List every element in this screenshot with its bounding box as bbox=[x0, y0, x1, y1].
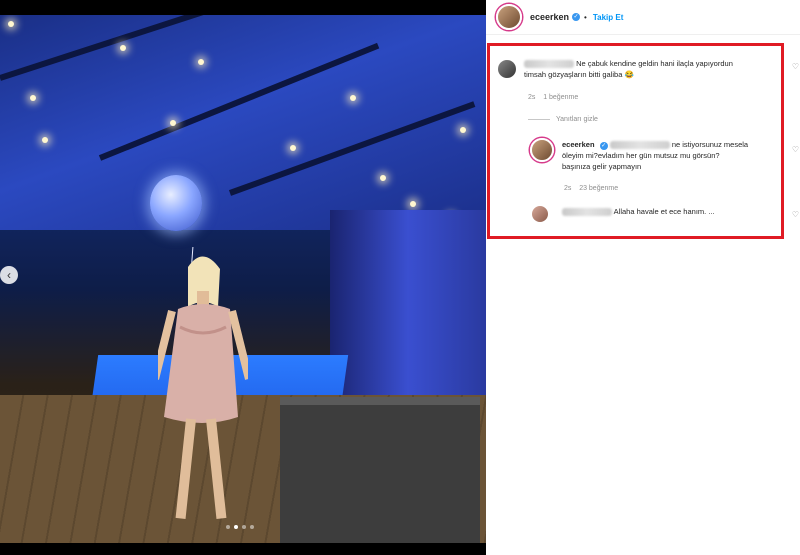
ceiling-light bbox=[8, 21, 14, 27]
stone-wall bbox=[330, 210, 486, 410]
chevron-left-icon[interactable]: ‹ bbox=[0, 266, 18, 284]
post-photo[interactable] bbox=[0, 15, 486, 543]
led-balloon bbox=[150, 175, 202, 231]
carousel-dot-active bbox=[234, 525, 238, 529]
ceiling-light bbox=[170, 120, 176, 126]
ceiling-light bbox=[30, 95, 36, 101]
ceiling-light bbox=[410, 201, 416, 207]
carousel-dot bbox=[226, 525, 230, 529]
carousel-dots bbox=[226, 525, 254, 529]
verified-badge-icon: ✓ bbox=[572, 13, 581, 21]
heart-icon[interactable]: ♡ bbox=[792, 210, 799, 219]
ceiling-light bbox=[460, 127, 466, 133]
post-username[interactable]: eceerken bbox=[530, 12, 569, 22]
outdoor-table bbox=[280, 397, 480, 543]
ceiling-light bbox=[350, 95, 356, 101]
post-header: eceerken ✓ • Takip Et bbox=[486, 0, 800, 35]
ceiling-light bbox=[380, 175, 386, 181]
separator-dot: • bbox=[584, 12, 587, 22]
avatar[interactable] bbox=[496, 4, 522, 30]
highlight-box bbox=[487, 43, 784, 239]
follow-button[interactable]: Takip Et bbox=[593, 13, 624, 22]
carousel-dot bbox=[242, 525, 246, 529]
heart-icon[interactable]: ♡ bbox=[792, 62, 799, 71]
heart-icon[interactable]: ♡ bbox=[792, 145, 799, 154]
ceiling-light bbox=[290, 145, 296, 151]
ceiling-light bbox=[198, 59, 204, 65]
woman-figure bbox=[158, 247, 248, 519]
carousel-dot bbox=[250, 525, 254, 529]
ceiling-light bbox=[42, 137, 48, 143]
post-photo-pane: ‹ bbox=[0, 0, 486, 555]
ceiling-light bbox=[120, 45, 126, 51]
